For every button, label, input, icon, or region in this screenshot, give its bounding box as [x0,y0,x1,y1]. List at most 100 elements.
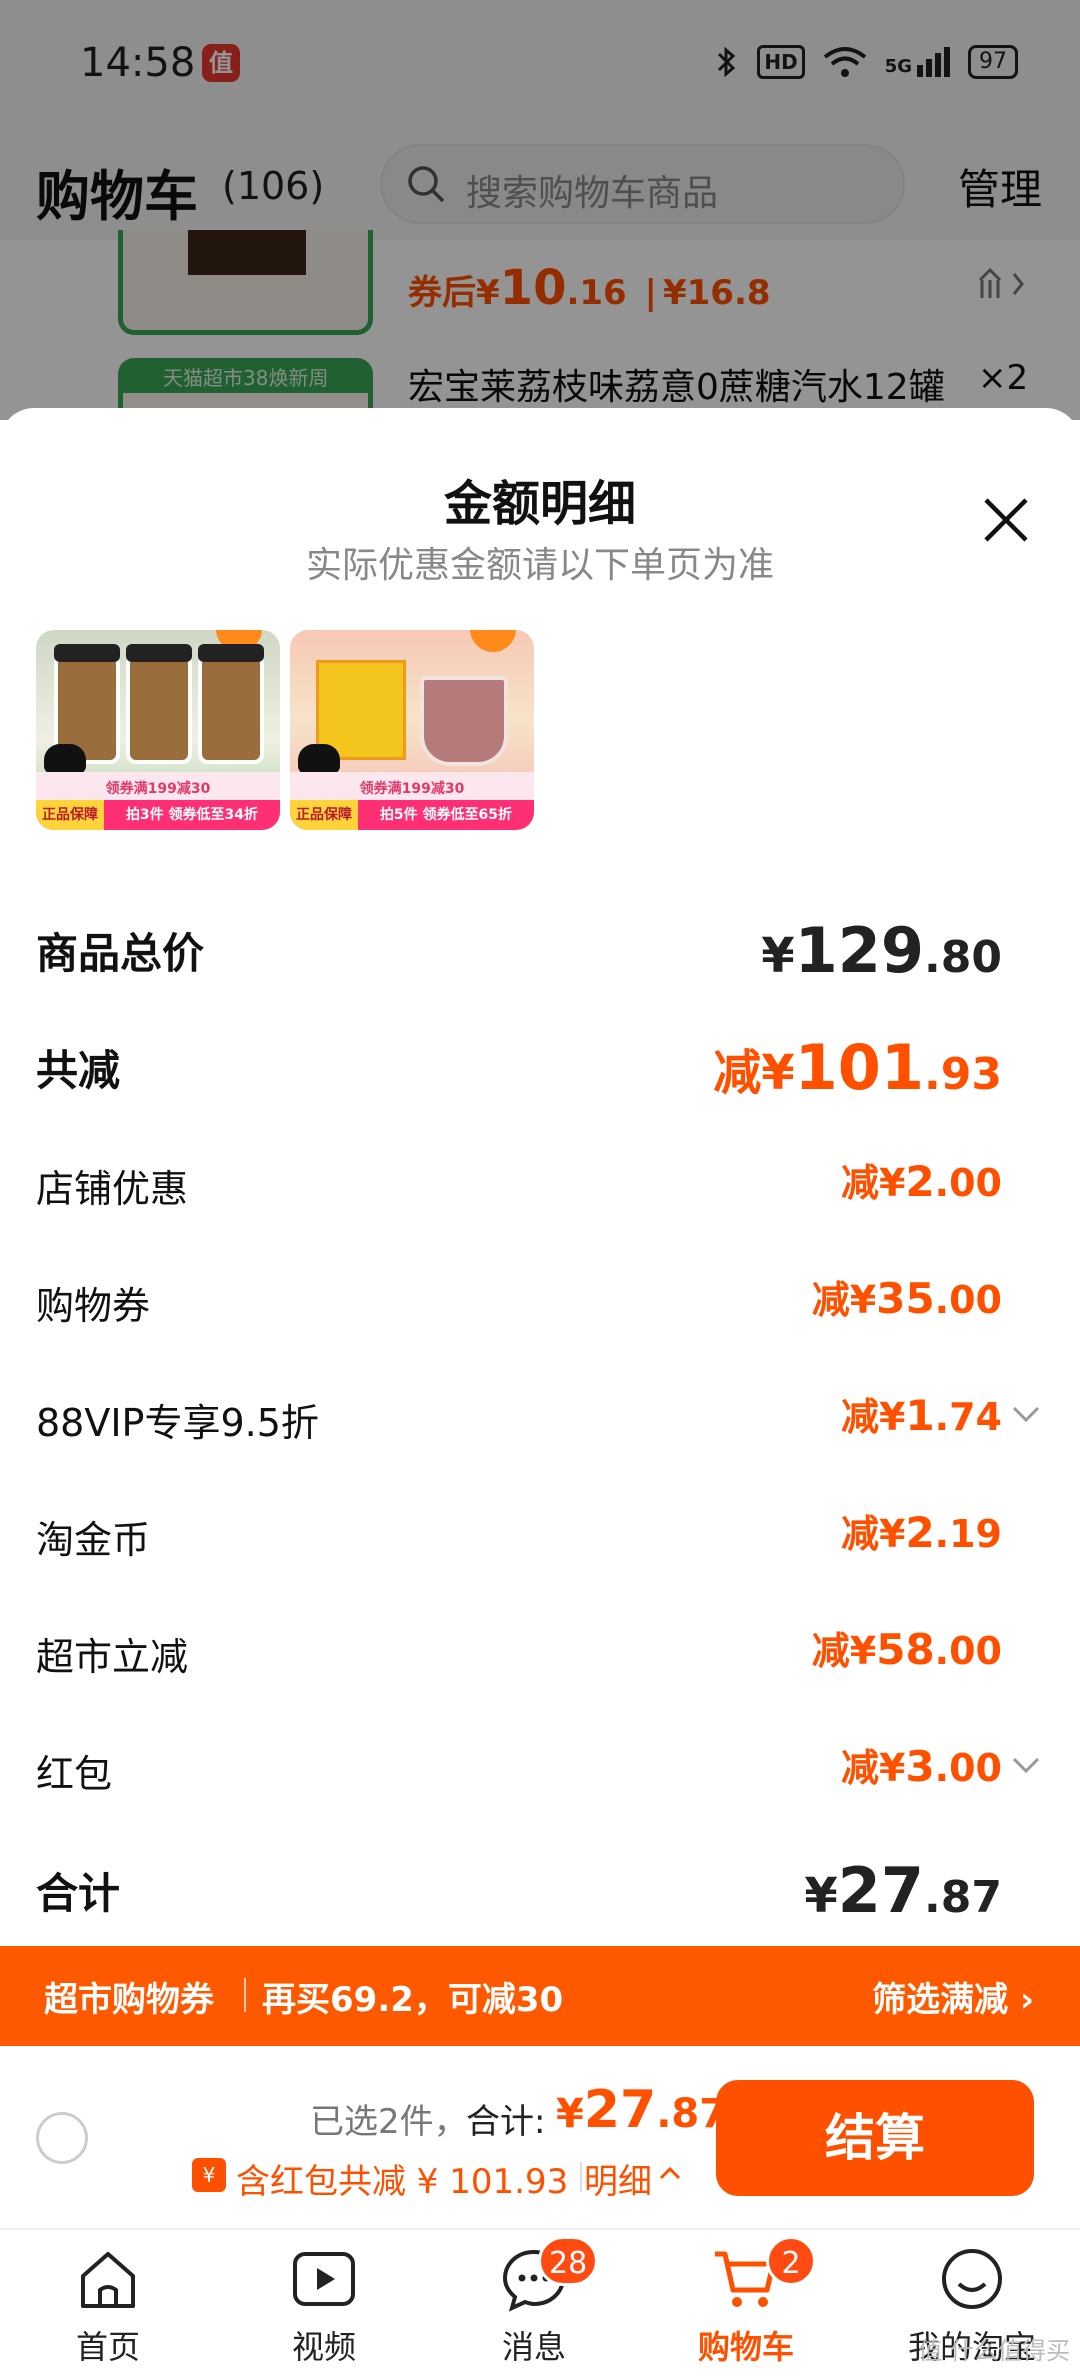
product-promo-tag: 领券满199减30 正品保障 拍3件 领券低至34折 [36,772,280,830]
app-screen: 14:58 值 HD 5G 97 购物车 (106) 搜索购物车商品 管理 券后… [0,0,1080,2376]
chevron-down-icon[interactable] [1008,1396,1044,1432]
detail-toggle[interactable]: 明细 [584,2154,652,2203]
row-total-price: 商品总价 ¥129.80 [36,908,1044,988]
value-currency: ¥ [804,1868,838,1924]
filter-discount-link[interactable]: 筛选满减 › [872,1972,1034,2021]
product-promo-tag: 领券满199减30 正品保障 拍5件 领券低至65折 [290,772,534,830]
value-currency: ¥ [878,1161,906,1205]
chevron-right-icon: › [1019,1980,1034,2020]
tab-home[interactable]: 首页 [28,2244,188,2374]
total-amount: ¥27.87 [556,2080,727,2140]
profile-icon [942,2249,1002,2309]
row-grand-total: 合计 ¥27.87 [36,1848,1044,1928]
row-value: ¥27.87 [804,1854,1002,1927]
divider [580,2162,582,2192]
tab-label: 购物车 [697,2328,794,2366]
promo-main-text: 领券满199减30 [359,781,465,797]
value-prefix: 减 [840,1161,879,1205]
value-dec: .00 [934,1629,1002,1673]
watermark: 值 什么值得买 [918,2337,1070,2365]
tab-cart[interactable]: 购物车 2 [666,2236,826,2374]
bottom-tab-bar: 首页 视频 消息 28 购物车 2 我的淘宝 值 什么值得买 [0,2230,1080,2376]
value-dec: .74 [934,1395,1002,1439]
value-dec: .00 [934,1746,1002,1790]
row-label: 淘金币 [36,1518,151,1562]
tmall-cat-icon [44,744,86,774]
row-total-discount: 共减 减¥101.93 [36,1025,1044,1105]
value-int: 129 [794,914,925,987]
row-value: 减¥35.00 [812,1269,1002,1324]
row-value: 减¥2.19 [841,1503,1002,1558]
total-label: 合计: [466,2102,546,2142]
value-currency: ¥ [761,928,795,984]
value-dec: .00 [934,1161,1002,1205]
product-image [126,644,192,764]
row-label: 购物券 [36,1284,151,1328]
product-thumbnail[interactable]: 领券满199减30 正品保障 拍5件 领券低至65折 [290,630,534,830]
row-value: 减¥3.00 [841,1737,1002,1792]
modal-overlay[interactable] [0,0,1080,420]
select-all-checkbox[interactable] [36,2112,88,2164]
value-prefix: 减 [840,1746,879,1790]
row-value: 减¥101.93 [713,1031,1002,1104]
row-label: 88VIP专享9.5折 [36,1401,319,1445]
row-88vip-discount[interactable]: 88VIP专享9.5折 减¥1.74 [36,1380,1044,1460]
home-icon [81,2252,135,2308]
value-int: 35 [876,1274,935,1323]
chevron-up-icon[interactable] [656,2160,684,2188]
value-int: 101 [794,1031,925,1104]
value-int: 58 [876,1625,935,1674]
tab-video[interactable]: 视频 [244,2244,404,2374]
selected-count: 已选2件， [310,2102,468,2142]
row-red-packet[interactable]: 红包 减¥3.00 [36,1731,1044,1811]
value-dec: .19 [934,1512,1002,1556]
promo-text: 拍3件 领券低至34折 [125,807,259,823]
row-value: 减¥58.00 [812,1620,1002,1675]
value-dec: .00 [934,1278,1002,1322]
guarantee-label: 正品保障 [36,800,104,830]
row-label: 超市立减 [36,1635,189,1679]
banner-coupon-label: 超市购物券 [44,1980,214,2020]
value-dec: .93 [924,1049,1002,1100]
checkout-button[interactable]: 结算 [716,2080,1034,2196]
guarantee-label: 正品保障 [290,800,358,830]
value-currency: ¥ [849,1629,877,1673]
product-badge-icon [470,630,516,652]
row-label: 商品总价 [36,929,205,978]
value-prefix: 减 [840,1395,879,1439]
tab-label: 消息 [501,2328,566,2366]
value-dec: .87 [924,1872,1002,1923]
value-currency: ¥ [878,1512,906,1556]
promo-banner[interactable]: 超市购物券 再买69.2，可减30 筛选满减 › [0,1946,1080,2046]
total-int: 27 [583,2080,657,2140]
tab-messages[interactable]: 消息 28 [454,2236,614,2374]
checkout-bar: 已选2件， 合计: ¥27.87 ¥ 含红包共减 ¥ 101.93 明细 结算 [0,2046,1080,2230]
row-value: 减¥1.74 [841,1386,1002,1441]
close-icon[interactable] [980,494,1032,546]
value-int: 2 [905,1157,935,1206]
video-icon [293,2252,355,2306]
filter-discount-label: 筛选满减 [872,1980,1009,2020]
product-thumbnail[interactable]: 领券满199减30 正品保障 拍3件 领券低至34折 [36,630,280,830]
value-int: 27 [837,1854,925,1927]
value-int: 1 [905,1391,935,1440]
row-market-discount: 超市立减 减¥58.00 [36,1614,1044,1694]
product-image [420,676,508,766]
value-currency: ¥ [849,1278,877,1322]
sheet-subtitle: 实际优惠金额请以下单页为准 [305,545,774,586]
row-label: 店铺优惠 [36,1167,189,1211]
chevron-down-icon[interactable] [1008,1747,1044,1783]
value-currency: ¥ [761,1045,795,1101]
red-packet-discount: 含红包共减 ¥ 101.93 [236,2162,569,2202]
row-label: 共减 [36,1046,121,1095]
row-value: ¥129.80 [761,914,1002,987]
value-currency: ¥ [878,1395,906,1439]
tmall-cat-icon [298,744,340,774]
value-prefix: 减 [811,1629,850,1673]
value-prefix: 减 [840,1512,879,1556]
sheet-title: 金额明细 [443,476,636,532]
row-label: 合计 [36,1869,121,1918]
tab-label: 视频 [291,2328,356,2366]
cart-count-badge: 2 [766,2236,816,2286]
value-currency: ¥ [878,1746,906,1790]
